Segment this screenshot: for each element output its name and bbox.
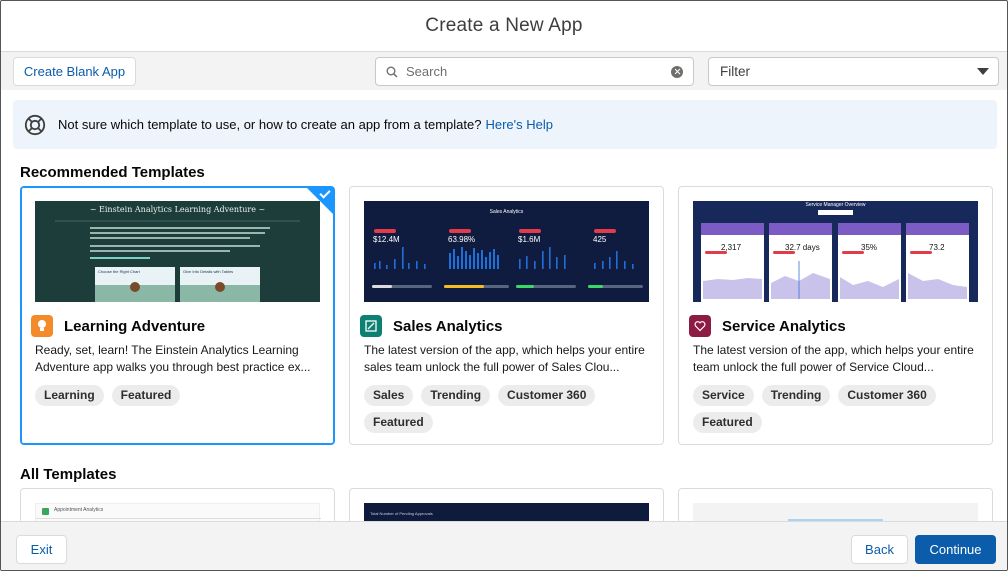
template-card-learning-adventure[interactable]: ~ Einstein Analytics Learning Adventure …: [20, 186, 335, 445]
card-title-row: Service Analytics: [689, 315, 846, 337]
thumbnail-heading: Sales Analytics: [489, 209, 524, 215]
thumbnail-divider: [36, 518, 321, 519]
search-input[interactable]: [406, 64, 671, 79]
card-description: The latest version of the app, which hel…: [693, 343, 974, 374]
tag: Featured: [693, 412, 762, 433]
thumbnail-kpi: 73.2: [929, 243, 945, 252]
card-title-row: Sales Analytics: [360, 315, 503, 337]
continue-button[interactable]: Continue: [915, 535, 996, 564]
help-link[interactable]: Here's Help: [485, 117, 553, 132]
thumbnail-kpi: 425: [593, 235, 607, 244]
thumbnail-heading: ~ Einstein Analytics Learning Adventure …: [89, 205, 266, 214]
help-banner: Not sure which template to use, or how t…: [13, 100, 997, 149]
filter-value: Filter: [720, 64, 750, 79]
thumbnail-kpi: $12.4M: [373, 235, 400, 244]
tag: Featured: [111, 385, 181, 406]
exit-button[interactable]: Exit: [16, 535, 67, 564]
search-box: [375, 57, 694, 86]
thumbnail-card-label: Give Info Details with Tables: [183, 269, 234, 274]
help-text: Not sure which template to use, or how t…: [58, 117, 482, 132]
thumbnail-kpi: $1.6M: [518, 235, 541, 244]
create-blank-app-button[interactable]: Create Blank App: [13, 57, 136, 86]
caret-down-icon: [977, 68, 989, 75]
thumbnail-heading: Total Number of Pending Approvals: [370, 511, 433, 516]
card-title: Learning Adventure: [64, 317, 206, 335]
search-icon: [386, 66, 398, 78]
thumbnail-heading: Appointment Analytics: [54, 507, 104, 513]
template-card-service-analytics[interactable]: Service Manager Overview 2,317 32.7 days…: [678, 186, 993, 445]
card-title: Sales Analytics: [393, 317, 503, 335]
card-tags: Learning Featured: [35, 385, 325, 406]
template-card-sales-analytics[interactable]: Sales Analytics $12.4M 63.98% $1.6M 425 …: [349, 186, 664, 445]
thumbnail-heading: Service Manager Overview: [805, 202, 866, 208]
clear-search-icon[interactable]: [671, 65, 683, 78]
card-title: Service Analytics: [722, 317, 846, 335]
tag: Service: [693, 385, 754, 406]
modal-footer: Exit Back Continue: [1, 521, 1007, 570]
back-button[interactable]: Back: [851, 535, 908, 564]
thumbnail-kpi: 32.7 days: [785, 243, 820, 252]
recommended-templates-heading: Recommended Templates: [20, 164, 205, 181]
page-title: Create a New App: [425, 15, 583, 36]
thumbnail-kpi: 35%: [861, 243, 878, 252]
thumbnail-kpi: 63.98%: [448, 235, 476, 244]
tag: Customer 360: [838, 385, 936, 406]
toolbar: Create Blank App Filter: [1, 52, 1007, 90]
template-thumbnail: ~ Einstein Analytics Learning Adventure …: [35, 201, 320, 302]
template-thumbnail: Sales Analytics $12.4M 63.98% $1.6M 425: [364, 201, 649, 302]
card-tags: Service Trending Customer 360 Featured: [693, 385, 983, 433]
create-app-modal: Create a New App Create Blank App Filter…: [0, 0, 1008, 571]
tag: Trending: [761, 385, 831, 406]
all-templates-heading: All Templates: [20, 466, 117, 483]
card-description: The latest version of the app, which hel…: [364, 343, 645, 374]
tag: Learning: [35, 385, 104, 406]
chart-icon: [360, 315, 382, 337]
card-tags: Sales Trending Customer 360 Featured: [364, 385, 654, 433]
tag: Customer 360: [498, 385, 596, 406]
thumbnail-kpi: 2,317: [721, 243, 742, 252]
lifebuoy-icon: [24, 114, 46, 135]
filter-select[interactable]: Filter: [708, 57, 999, 86]
heart-icon: [689, 315, 711, 337]
card-description: Ready, set, learn! The Einstein Analytic…: [35, 343, 311, 374]
thumbnail-card-label: Choose the Right Chart: [98, 269, 140, 274]
tag: Trending: [421, 385, 491, 406]
bulb-icon: [31, 315, 53, 337]
app-logo-icon: [42, 508, 49, 515]
thumbnail-image: [364, 201, 649, 302]
card-title-row: Learning Adventure: [31, 315, 205, 337]
template-thumbnail: Service Manager Overview 2,317 32.7 days…: [693, 201, 978, 302]
tag: Sales: [364, 385, 414, 406]
thumbnail-image: [35, 201, 320, 302]
tag: Featured: [364, 412, 433, 433]
modal-header: Create a New App: [1, 1, 1007, 52]
